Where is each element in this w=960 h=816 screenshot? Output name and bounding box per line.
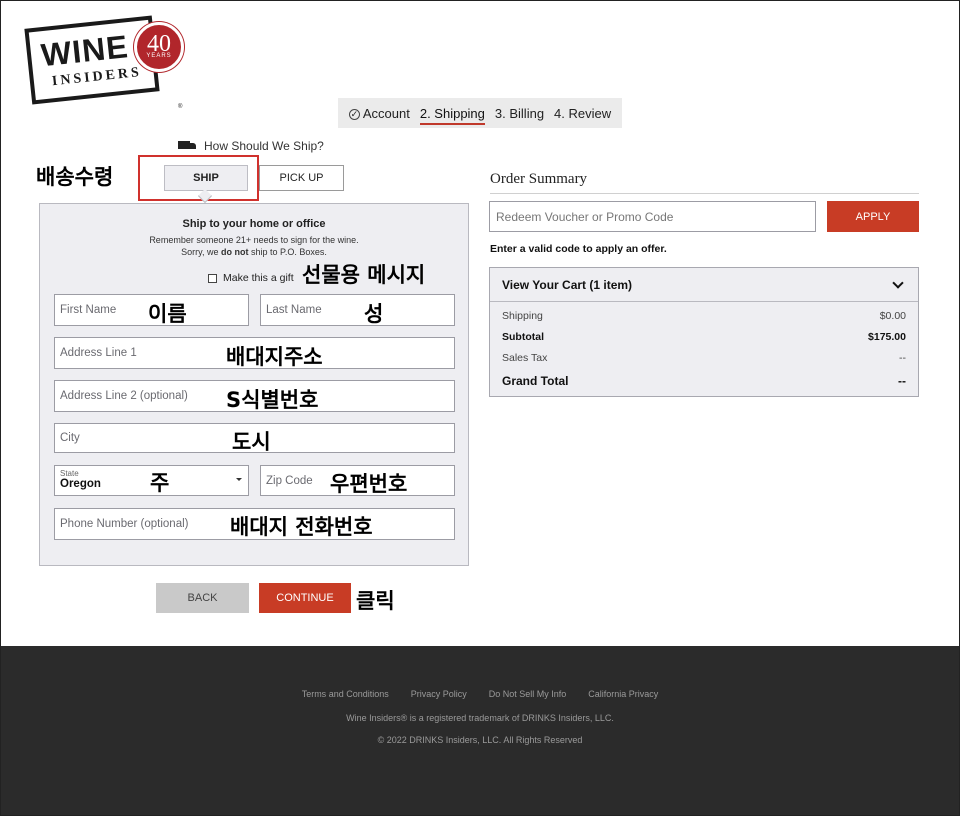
- promo-message: Enter a valid code to apply an offer.: [490, 243, 667, 255]
- chevron-down-icon[interactable]: [892, 277, 904, 289]
- continue-button[interactable]: CONTINUE: [259, 583, 351, 613]
- subtotal-value: $175.00: [868, 331, 906, 343]
- step-billing[interactable]: 3. Billing: [495, 106, 544, 121]
- view-cart-label: View Your Cart (1 item): [502, 277, 633, 292]
- gift-checkbox[interactable]: [208, 273, 217, 283]
- notice-po-post: ship to P.O. Boxes.: [248, 247, 327, 257]
- step-account[interactable]: ✓ Account: [348, 105, 410, 121]
- form-title: Ship to your home or office: [182, 218, 326, 230]
- annotation-method: 배송수령: [36, 165, 114, 189]
- step-review[interactable]: 4. Review: [554, 106, 611, 121]
- annotation-first-name: 이름: [148, 302, 187, 326]
- annotation-address2: S식별번호: [226, 388, 319, 412]
- ship-button[interactable]: SHIP: [164, 165, 248, 191]
- order-summary-title: Order Summary: [490, 171, 588, 187]
- sales-tax-value: --: [899, 352, 906, 364]
- annotation-city: 도시: [232, 430, 271, 454]
- footer-links: Terms and Conditions Privacy Policy Do N…: [1, 689, 959, 699]
- annotation-gift: 선물용 메시지: [302, 263, 426, 287]
- wine-insiders-logo[interactable]: WINE INSIDERS 40 YEARS ®: [24, 15, 188, 110]
- annotation-state: 주: [150, 471, 170, 495]
- annotation-phone: 배대지 전화번호: [230, 515, 373, 539]
- registered-mark: ®: [178, 104, 183, 110]
- footer-trademark: Wine Insiders® is a registered trademark…: [346, 713, 614, 723]
- ship-method-heading-text: How Should We Ship?: [204, 139, 324, 153]
- notice-signature: Remember someone 21+ needs to sign for t…: [149, 235, 359, 245]
- apply-button[interactable]: APPLY: [827, 201, 919, 232]
- gift-label: Make this a gift: [223, 272, 294, 284]
- seal-label: YEARS: [146, 53, 172, 59]
- step-shipping[interactable]: 2. Shipping: [419, 106, 485, 125]
- back-button[interactable]: BACK: [156, 583, 249, 613]
- last-name-input[interactable]: Last Name: [260, 294, 455, 326]
- footer-link-privacy[interactable]: Privacy Policy: [411, 689, 467, 699]
- notice-po-bold: do not: [220, 247, 249, 257]
- truck-icon: [178, 140, 198, 152]
- gift-checkbox-row[interactable]: Make this a gift: [208, 272, 294, 284]
- sales-tax-label: Sales Tax: [502, 352, 548, 364]
- shipping-row: Shipping $0.00: [502, 310, 906, 322]
- grand-total-label: Grand Total: [502, 374, 569, 388]
- footer-link-do-not-sell[interactable]: Do Not Sell My Info: [489, 689, 567, 699]
- step-account-label: Account: [362, 105, 410, 121]
- check-circle-icon: ✓: [348, 108, 360, 120]
- notice-po-pre: Sorry, we: [181, 247, 221, 257]
- subtotal-row: Subtotal $175.00: [502, 331, 906, 343]
- ship-method-heading: How Should We Ship?: [178, 139, 324, 153]
- annotation-zip: 우편번호: [330, 472, 408, 496]
- sales-tax-row: Sales Tax --: [502, 352, 906, 364]
- promo-code-input[interactable]: Redeem Voucher or Promo Code: [489, 201, 816, 232]
- checkout-steps: ✓ Account 2. Shipping 3. Billing 4. Revie…: [338, 98, 622, 128]
- view-cart-toggle[interactable]: View Your Cart (1 item): [490, 268, 918, 302]
- pickup-button[interactable]: PICK UP: [259, 165, 344, 191]
- annotation-address1: 배대지주소: [226, 345, 323, 369]
- annotation-continue: 클릭: [356, 589, 395, 613]
- footer-link-california-privacy[interactable]: California Privacy: [588, 689, 658, 699]
- footer-copyright: © 2022 DRINKS Insiders, LLC. All Rights …: [377, 735, 583, 745]
- site-footer: Terms and Conditions Privacy Policy Do N…: [1, 646, 959, 815]
- form-notice: Remember someone 21+ needs to sign for t…: [40, 234, 468, 258]
- grand-total-value: --: [898, 374, 906, 388]
- shipping-value: $0.00: [879, 310, 906, 322]
- notice-po-box: Sorry, we do not ship to P.O. Boxes.: [40, 246, 468, 258]
- subtotal-label: Subtotal: [502, 331, 544, 343]
- cart-summary: View Your Cart (1 item) Shipping $0.00 S…: [489, 267, 919, 397]
- grand-total-row: Grand Total --: [502, 374, 906, 388]
- shipping-label: Shipping: [502, 310, 543, 322]
- annotation-last-name: 성: [364, 302, 384, 326]
- caret-down-icon: [236, 478, 242, 481]
- forty-years-seal: 40 YEARS: [134, 22, 184, 72]
- order-summary-divider: [490, 193, 919, 194]
- footer-link-terms[interactable]: Terms and Conditions: [302, 689, 389, 699]
